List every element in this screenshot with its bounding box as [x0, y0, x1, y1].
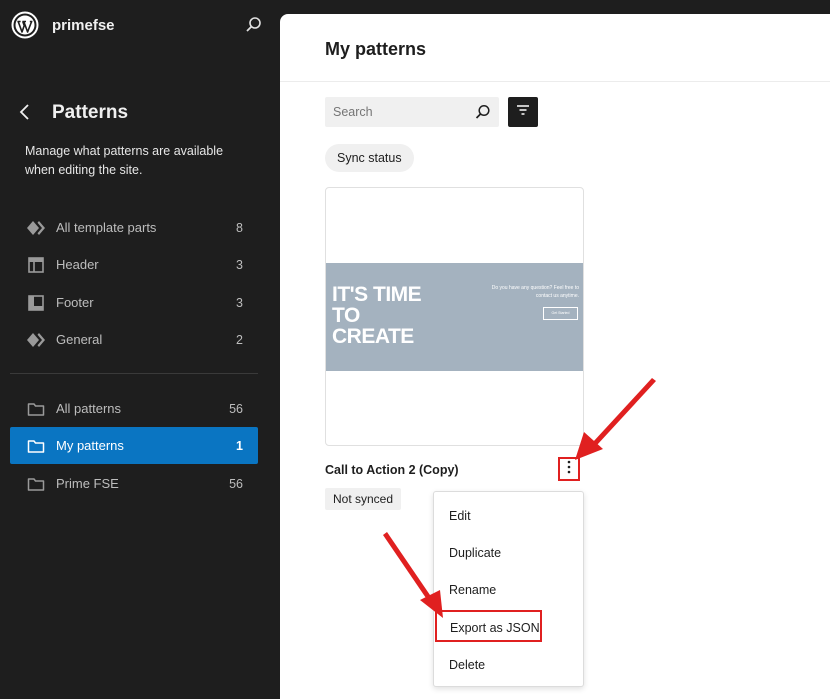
sidebar-item-count: 1 — [236, 438, 243, 453]
sidebar-item-label: Prime FSE — [56, 476, 119, 491]
sidebar-divider — [10, 373, 258, 374]
sidebar-item-general[interactable]: General 2 — [10, 321, 258, 358]
sidebar-item-label: All patterns — [56, 401, 122, 416]
more-actions-button[interactable] — [558, 457, 580, 481]
sidebar-item-header[interactable]: Header 3 — [10, 246, 258, 283]
filter-button[interactable] — [508, 97, 538, 127]
search-input[interactable] — [325, 97, 465, 127]
sidebar-item-prime-fse[interactable]: Prime FSE 56 — [10, 465, 258, 502]
sidebar-item-my-patterns[interactable]: My patterns 1 — [10, 427, 258, 464]
sidebar-item-all-patterns[interactable]: All patterns 56 — [10, 390, 258, 427]
more-vertical-icon — [567, 460, 571, 479]
search-icon — [474, 103, 492, 121]
actions-menu: Edit Duplicate Rename Export as JSON Del… — [433, 491, 584, 687]
sidebar-item-footer[interactable]: Footer 3 — [10, 284, 258, 321]
preview-text: Do you have any question? Feel free to c… — [491, 285, 579, 299]
page-title: My patterns — [325, 39, 427, 59]
pattern-preview: IT'S TIME TO CREATE Do you have any ques… — [326, 263, 583, 371]
header-icon — [26, 255, 46, 275]
sidebar-item-count: 56 — [229, 401, 243, 416]
sidebar-item-count: 3 — [236, 257, 243, 272]
template-parts-icon — [26, 218, 46, 238]
search-icon[interactable] — [244, 15, 264, 35]
sidebar-item-label: General — [56, 332, 103, 347]
main-panel: My patterns Sync status IT'S TIME TO CRE… — [280, 14, 830, 699]
site-name[interactable]: primefse — [52, 17, 115, 34]
sidebar-item-count: 3 — [236, 295, 243, 310]
sidebar-item-label: Header — [56, 257, 99, 272]
back-chevron-icon[interactable] — [15, 101, 35, 123]
sidebar: primefse Patterns Manage what patterns a… — [0, 0, 280, 699]
sidebar-item-label: All template parts — [56, 220, 157, 235]
preview-headline: IT'S TIME TO CREATE — [332, 283, 422, 348]
menu-item-export-json[interactable]: Export as JSON — [435, 610, 542, 642]
sync-status-filter[interactable]: Sync status — [325, 144, 414, 172]
folder-icon — [26, 474, 46, 494]
folder-icon — [26, 436, 46, 456]
folder-icon — [26, 399, 46, 419]
preview-button: Get Started — [543, 307, 578, 320]
sidebar-item-count: 8 — [236, 220, 243, 235]
sidebar-item-label: My patterns — [56, 438, 124, 453]
sidebar-item-count: 2 — [236, 332, 243, 347]
sidebar-item-all-template-parts[interactable]: All template parts 8 — [10, 209, 258, 246]
sync-status-badge: Not synced — [325, 488, 402, 510]
menu-item-duplicate[interactable]: Duplicate — [434, 535, 583, 571]
footer-icon — [26, 293, 46, 313]
wordpress-logo-icon[interactable] — [11, 11, 39, 39]
template-parts-icon — [26, 330, 46, 350]
menu-item-rename[interactable]: Rename — [434, 572, 583, 608]
search-field[interactable] — [325, 97, 499, 127]
pattern-preview-card[interactable]: IT'S TIME TO CREATE Do you have any ques… — [325, 187, 584, 446]
sidebar-title: Patterns — [52, 102, 129, 123]
pattern-title[interactable]: Call to Action 2 (Copy) — [325, 463, 459, 477]
sidebar-description: Manage what patterns are available when … — [25, 144, 224, 177]
menu-item-edit[interactable]: Edit — [434, 498, 583, 534]
menu-item-delete[interactable]: Delete — [434, 647, 583, 683]
sidebar-item-count: 56 — [229, 476, 243, 491]
filter-icon — [516, 103, 530, 121]
sidebar-item-label: Footer — [56, 295, 94, 310]
main-header: My patterns — [280, 14, 830, 82]
